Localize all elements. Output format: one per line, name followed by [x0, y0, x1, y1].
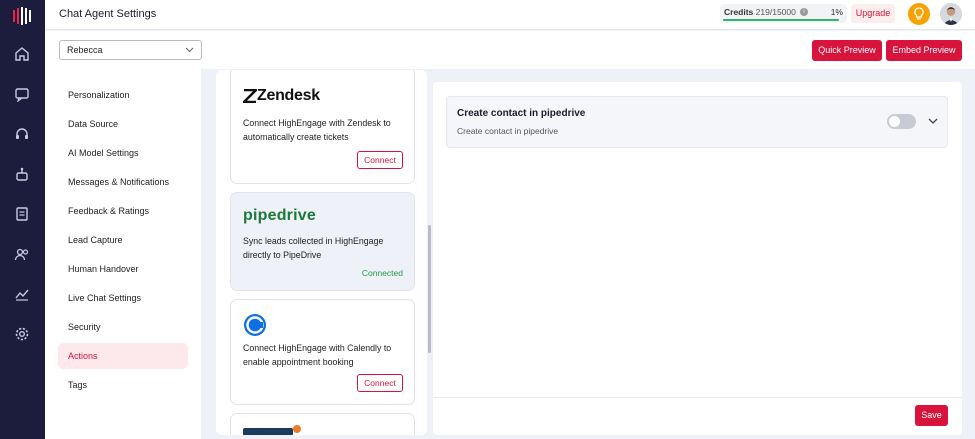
integration-card-next[interactable]	[230, 413, 415, 435]
nav-users[interactable]	[12, 244, 32, 264]
sidebar-item-actions[interactable]: Actions	[58, 343, 188, 369]
nav-bots[interactable]	[12, 164, 32, 184]
integration-description: Connect HighEngage with Calendly to enab…	[243, 343, 392, 367]
home-icon	[15, 47, 29, 61]
sidebar-item-messages-notifications[interactable]: Messages & Notifications	[58, 169, 188, 195]
sidebar-item-security[interactable]: Security	[58, 314, 188, 340]
sidebar-item-personalization[interactable]: Personalization	[58, 82, 188, 108]
action-toggle[interactable]	[887, 114, 916, 129]
sidebar-item-feedback-ratings[interactable]: Feedback & Ratings	[58, 198, 188, 224]
sidebar-item-live-chat-settings[interactable]: Live Chat Settings	[58, 285, 188, 311]
zendesk-logo-icon	[243, 89, 257, 103]
credits-value: 219/15000	[755, 7, 796, 17]
integration-description: Sync leads collected in HighEngage direc…	[243, 236, 384, 260]
list-scrollbar[interactable]	[428, 225, 431, 353]
credits-progress-bar	[723, 19, 839, 21]
zendesk-logo: Zendesk	[243, 87, 320, 105]
nav-settings[interactable]	[12, 324, 32, 344]
chat-icon	[15, 88, 29, 102]
integration-card-calendly[interactable]: Connect HighEngage with Calendly to enab…	[230, 299, 415, 405]
sidebar-item-tags[interactable]: Tags	[58, 372, 188, 398]
agent-select[interactable]: Rebecca	[59, 40, 202, 60]
credits-percent: 1%	[830, 7, 843, 17]
action-subtitle: Create contact in pipedrive	[457, 126, 559, 136]
nav-rail	[0, 0, 45, 439]
sidebar-item-ai-model-settings[interactable]: AI Model Settings	[58, 140, 188, 166]
action-row[interactable]: Create contact in pipedrive Create conta…	[446, 96, 948, 148]
headset-icon	[16, 128, 28, 139]
agent-select-value: Rebecca	[67, 45, 103, 55]
nav-notes[interactable]	[12, 204, 32, 224]
settings-icon	[15, 327, 29, 341]
settings-sidebar: Personalization Data Source AI Model Set…	[45, 69, 201, 439]
analytics-icon	[15, 289, 29, 301]
integrations-list: Zendesk Connect HighEngage with Zendesk …	[216, 70, 427, 435]
chevron-down-icon[interactable]	[928, 118, 938, 125]
action-title: Create contact in pipedrive	[457, 108, 586, 119]
toggle-knob	[889, 116, 900, 127]
upgrade-button[interactable]: Upgrade	[851, 4, 895, 23]
info-icon[interactable]: i	[800, 8, 808, 16]
connected-status: Connected	[361, 268, 403, 278]
integration-card-pipedrive[interactable]: pipedrive Sync leads collected in HighEn…	[230, 192, 415, 291]
sidebar-item-data-source[interactable]: Data Source	[58, 111, 188, 137]
lightbulb-icon	[914, 7, 924, 20]
calendly-logo-icon	[244, 314, 266, 336]
credits-label: Credits	[724, 7, 754, 17]
connect-button[interactable]: Connect	[357, 374, 403, 392]
top-header: Chat Agent Settings Credits 219/15000 i …	[45, 0, 975, 30]
bot-icon	[16, 167, 28, 181]
quick-preview-button[interactable]: Quick Preview	[812, 40, 882, 61]
page-title: Chat Agent Settings	[59, 8, 157, 20]
integration-logo-accent	[293, 425, 301, 433]
embed-preview-button[interactable]: Embed Preview	[886, 40, 962, 61]
chevron-down-icon	[185, 47, 194, 53]
nav-support[interactable]	[12, 124, 32, 144]
footer-divider	[433, 397, 962, 398]
sidebar-item-human-handover[interactable]: Human Handover	[58, 256, 188, 282]
avatar-image	[940, 3, 962, 25]
nav-analytics[interactable]	[12, 284, 32, 304]
notes-icon	[16, 207, 28, 221]
app-logo-icon[interactable]	[12, 7, 32, 25]
action-detail-panel: Create contact in pipedrive Create conta…	[433, 82, 962, 435]
user-avatar[interactable]	[940, 3, 962, 25]
integration-description: Connect HighEngage with Zendesk to autom…	[243, 118, 391, 142]
tips-button[interactable]	[908, 3, 930, 25]
connect-button[interactable]: Connect	[357, 151, 403, 169]
users-icon	[14, 248, 29, 261]
pipedrive-logo: pipedrive	[243, 207, 316, 224]
toolbar: Rebecca Quick Preview Embed Preview	[45, 31, 975, 69]
sidebar-item-lead-capture[interactable]: Lead Capture	[58, 227, 188, 253]
integration-card-zendesk[interactable]: Zendesk Connect HighEngage with Zendesk …	[230, 70, 415, 184]
nav-chats[interactable]	[12, 84, 32, 104]
nav-home[interactable]	[12, 44, 32, 64]
integration-logo	[243, 428, 293, 435]
credits-meter: Credits 219/15000 i 1%	[720, 4, 847, 23]
save-button[interactable]: Save	[915, 405, 948, 426]
